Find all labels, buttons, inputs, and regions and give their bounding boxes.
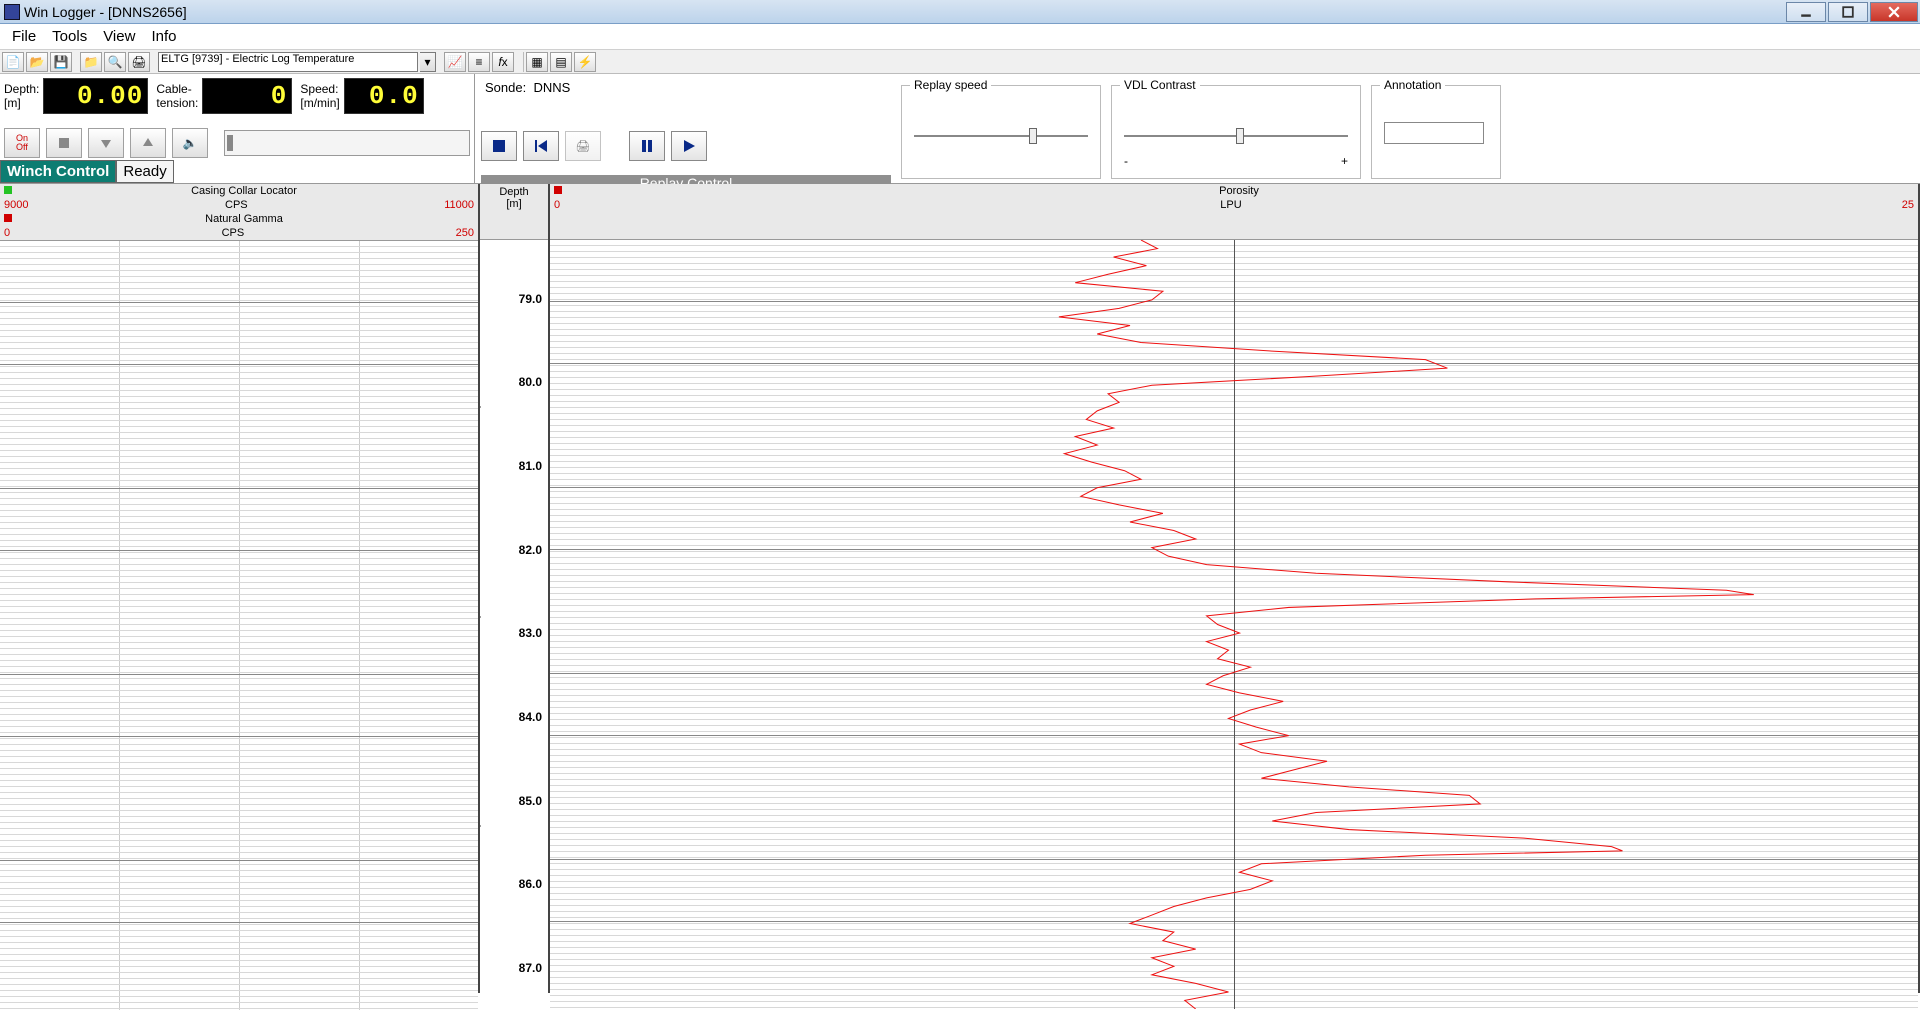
tension-label: Cable-tension: [156,82,198,111]
tool-preview-icon[interactable]: 🔍 [104,52,126,72]
track-right: Porosity 0 LPU 25 [550,184,1920,993]
menu-bar: File Tools View Info [0,24,1920,50]
depth-tick: 84.0 [519,710,542,724]
porosity-marker-icon [554,186,562,194]
tool-open-icon[interactable]: 📂 [26,52,48,72]
title-bar: Win Logger - [DNNS2656] [0,0,1920,24]
winch-onoff-button[interactable]: On Off [4,128,40,158]
winch-speed-slider[interactable] [224,130,470,156]
replay-rewind-button[interactable] [523,131,559,161]
winch-stop-button[interactable] [46,128,82,158]
tool-fx-icon[interactable]: fx [492,52,514,72]
minimize-button[interactable] [1786,2,1826,22]
menu-info[interactable]: Info [143,25,184,48]
tool-grid-icon[interactable]: ▤ [550,52,572,72]
depth-marker-icon [480,402,481,412]
track-right-body[interactable] [550,240,1918,1009]
gamma-marker-icon [4,214,12,222]
replay-stop-button[interactable] [481,131,517,161]
sonde-row: Sonde: DNNS [481,78,891,97]
winch-up-button[interactable] [130,128,166,158]
tool-folder-icon[interactable]: 📁 [80,52,102,72]
gamma-unit: CPS [10,227,456,239]
porosity-name: Porosity [564,185,1914,197]
winch-panel: Depth:[m] 0.00 Cable-tension: 0 Speed:[m… [0,74,475,183]
gamma-max: 250 [456,227,474,239]
channel-selector-arrow[interactable]: ▾ [420,52,436,72]
replay-pause-button[interactable] [629,131,665,161]
tool-layers-icon[interactable]: ≡ [468,52,490,72]
log-area: Casing Collar Locator 9000 CPS 11000 Nat… [0,184,1920,993]
depth-marker-icon [480,821,481,831]
depth-unit: [m] [480,198,548,210]
depth-tick: 79.0 [519,292,542,306]
porosity-unit: LPU [560,199,1902,211]
toolbar: 📄 📂 💾 📁 🔍 🖨 ELTG [9739] - Electric Log T… [0,50,1920,74]
winch-sound-button[interactable]: 🔈 [172,128,208,158]
depth-tick: 87.0 [519,961,542,975]
tool-new-icon[interactable]: 📄 [2,52,24,72]
depth-title: Depth [480,186,548,198]
tension-readout: 0 [202,78,292,114]
replay-panel: Sonde: DNNS 🖨 Replay Control Replay spee… [475,74,1920,183]
ccl-min: 9000 [4,199,28,211]
app-icon [4,4,20,20]
speed-label: Speed:[m/min] [300,82,339,111]
sonde-value: DNNS [533,80,570,95]
tool-calendar-icon[interactable]: ▦ [526,52,548,72]
vdl-contrast-slider[interactable] [1124,126,1348,146]
replay-print-button[interactable]: 🖨 [565,131,601,161]
menu-view[interactable]: View [95,25,143,48]
replay-speed-slider[interactable] [914,126,1088,146]
replay-speed-group: Replay speed [901,78,1101,179]
depth-tick: 86.0 [519,877,542,891]
depth-tick: 81.0 [519,459,542,473]
depth-readout: 0.00 [43,78,148,114]
annotation-input[interactable] [1384,122,1484,144]
porosity-curve [550,240,1918,1009]
ccl-max: 11000 [444,199,474,211]
ccl-name: Casing Collar Locator [14,185,474,197]
vdl-contrast-group: VDL Contrast -+ [1111,78,1361,179]
tool-bolt-icon[interactable]: ⚡ [574,52,596,72]
maximize-button[interactable] [1828,2,1868,22]
track-left-body[interactable] [0,241,478,1010]
annotation-group: Annotation [1371,78,1501,179]
track-left: Casing Collar Locator 9000 CPS 11000 Nat… [0,184,480,993]
ccl-marker-icon [4,186,12,194]
menu-file[interactable]: File [4,25,44,48]
porosity-max: 25 [1902,199,1914,211]
menu-tools[interactable]: Tools [44,25,95,48]
gamma-name: Natural Gamma [14,213,474,225]
depth-label: Depth:[m] [4,82,39,111]
tool-save-icon[interactable]: 💾 [50,52,72,72]
ccl-unit: CPS [28,199,444,211]
track-depth: Depth [m] 79.0 80.0 81.0 82.0 83.0 84.0 85.0 86… [480,184,550,993]
depth-marker-icon [480,612,481,622]
winch-down-button[interactable] [88,128,124,158]
channel-selector[interactable]: ELTG [9739] - Electric Log Temperature [158,52,418,72]
replay-play-button[interactable] [671,131,707,161]
depth-tick: 80.0 [519,375,542,389]
close-button[interactable] [1870,2,1918,22]
tool-print-icon[interactable]: 🖨 [128,52,150,72]
speed-readout: 0.0 [344,78,424,114]
window-title: Win Logger - [DNNS2656] [24,4,187,20]
winch-control-label: Winch Control [0,160,116,183]
control-strip: Depth:[m] 0.00 Cable-tension: 0 Speed:[m… [0,74,1920,184]
track-depth-body[interactable]: 79.0 80.0 81.0 82.0 83.0 84.0 85.0 86.0 87.0 [480,240,548,1009]
depth-tick: 82.0 [519,543,542,557]
depth-tick: 85.0 [519,794,542,808]
depth-tick: 83.0 [519,626,542,640]
tool-chart-icon[interactable]: 📈 [444,52,466,72]
winch-status: Ready [116,160,173,183]
